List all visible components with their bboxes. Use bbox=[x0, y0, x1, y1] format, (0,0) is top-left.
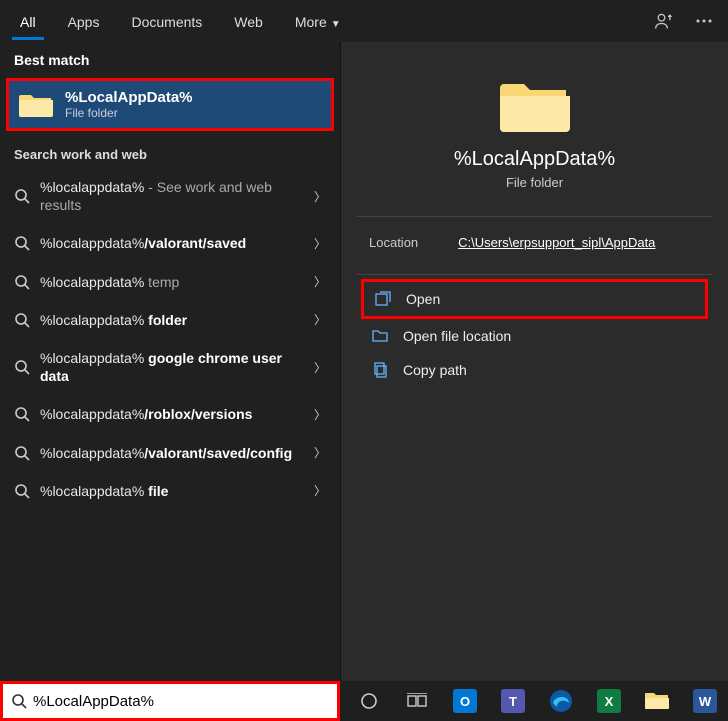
result-text: %localappdata% google chrome user data bbox=[40, 349, 304, 385]
chevron-right-icon: 〉 bbox=[314, 273, 326, 290]
open-file-location-action[interactable]: Open file location bbox=[361, 319, 708, 353]
svg-text:W: W bbox=[699, 694, 712, 709]
options-icon[interactable] bbox=[684, 0, 724, 42]
search-result-item[interactable]: %localappdata% - See work and web result… bbox=[0, 168, 340, 224]
tab-apps[interactable]: Apps bbox=[52, 4, 116, 38]
result-text: %localappdata% - See work and web result… bbox=[40, 178, 304, 214]
excel-icon[interactable]: X bbox=[586, 681, 632, 721]
search-icon bbox=[14, 445, 30, 461]
search-icon bbox=[14, 274, 30, 290]
search-icon bbox=[14, 235, 30, 251]
chevron-right-icon: 〉 bbox=[314, 188, 326, 205]
chevron-right-icon: 〉 bbox=[314, 359, 326, 376]
search-result-item[interactable]: %localappdata%/roblox/versions 〉 bbox=[0, 395, 340, 433]
feedback-icon[interactable] bbox=[644, 0, 684, 42]
search-result-item[interactable]: %localappdata%/valorant/saved/config 〉 bbox=[0, 434, 340, 472]
tab-more[interactable]: More▼ bbox=[279, 4, 357, 38]
copy-icon bbox=[371, 361, 389, 379]
search-tabs: All Apps Documents Web More▼ bbox=[0, 0, 728, 42]
file-explorer-icon[interactable] bbox=[634, 681, 680, 721]
open-action[interactable]: Open bbox=[361, 279, 708, 319]
result-text: %localappdata% file bbox=[40, 482, 304, 500]
search-icon bbox=[14, 359, 30, 375]
folder-open-icon bbox=[371, 327, 389, 345]
search-icon bbox=[14, 312, 30, 328]
task-view-icon[interactable] bbox=[394, 681, 440, 721]
open-icon bbox=[374, 290, 392, 308]
result-text: %localappdata%/valorant/saved/config bbox=[40, 444, 304, 462]
results-panel: Best match %LocalAppData% File folder Se… bbox=[0, 42, 340, 681]
result-list: %localappdata% - See work and web result… bbox=[0, 168, 340, 510]
open-location-label: Open file location bbox=[403, 328, 511, 344]
result-text: %localappdata%/valorant/saved bbox=[40, 234, 304, 252]
svg-text:O: O bbox=[460, 694, 470, 709]
open-label: Open bbox=[406, 291, 440, 307]
outlook-icon[interactable]: O bbox=[442, 681, 488, 721]
teams-icon[interactable]: T bbox=[490, 681, 536, 721]
search-input[interactable] bbox=[33, 693, 329, 710]
search-icon bbox=[14, 406, 30, 422]
result-text: %localappdata% folder bbox=[40, 311, 304, 329]
location-path[interactable]: C:\Users\erpsupport_sipl\AppData bbox=[458, 235, 655, 250]
search-result-item[interactable]: %localappdata% folder 〉 bbox=[0, 301, 340, 339]
tab-all[interactable]: All bbox=[4, 4, 52, 38]
chevron-right-icon: 〉 bbox=[314, 406, 326, 423]
copy-path-label: Copy path bbox=[403, 362, 467, 378]
chevron-right-icon: 〉 bbox=[314, 444, 326, 461]
result-text: %localappdata%/roblox/versions bbox=[40, 405, 304, 423]
edge-icon[interactable] bbox=[538, 681, 584, 721]
folder-icon bbox=[500, 78, 570, 134]
preview-panel: %LocalAppData% File folder Location C:\U… bbox=[340, 42, 728, 681]
word-icon[interactable]: W bbox=[682, 681, 728, 721]
chevron-right-icon: 〉 bbox=[314, 235, 326, 252]
search-result-item[interactable]: %localappdata% google chrome user data 〉 bbox=[0, 339, 340, 395]
best-match-subtitle: File folder bbox=[65, 106, 193, 120]
search-result-item[interactable]: %localappdata% file 〉 bbox=[0, 472, 340, 510]
best-match-title: %LocalAppData% bbox=[65, 89, 193, 106]
best-match-item[interactable]: %LocalAppData% File folder bbox=[6, 78, 334, 131]
search-icon bbox=[14, 483, 30, 499]
chevron-right-icon: 〉 bbox=[314, 311, 326, 328]
preview-subtitle: File folder bbox=[506, 175, 563, 190]
svg-text:X: X bbox=[605, 694, 614, 709]
svg-text:T: T bbox=[509, 694, 517, 709]
location-label: Location bbox=[369, 235, 418, 250]
search-work-web-heading: Search work and web bbox=[0, 137, 340, 168]
search-result-item[interactable]: %localappdata%/valorant/saved 〉 bbox=[0, 224, 340, 262]
search-icon bbox=[14, 188, 30, 204]
folder-icon bbox=[19, 91, 53, 119]
result-text: %localappdata% temp bbox=[40, 273, 304, 291]
tab-web[interactable]: Web bbox=[218, 4, 279, 38]
tab-documents[interactable]: Documents bbox=[115, 4, 218, 38]
search-result-item[interactable]: %localappdata% temp 〉 bbox=[0, 263, 340, 301]
copy-path-action[interactable]: Copy path bbox=[361, 353, 708, 387]
cortana-icon[interactable] bbox=[346, 681, 392, 721]
chevron-right-icon: 〉 bbox=[314, 482, 326, 499]
taskbar-search[interactable] bbox=[0, 681, 340, 721]
taskbar: O T X W bbox=[0, 681, 728, 721]
best-match-heading: Best match bbox=[0, 42, 340, 78]
location-row: Location C:\Users\erpsupport_sipl\AppDat… bbox=[341, 217, 728, 274]
search-icon bbox=[11, 693, 27, 709]
preview-title: %LocalAppData% bbox=[454, 148, 615, 171]
